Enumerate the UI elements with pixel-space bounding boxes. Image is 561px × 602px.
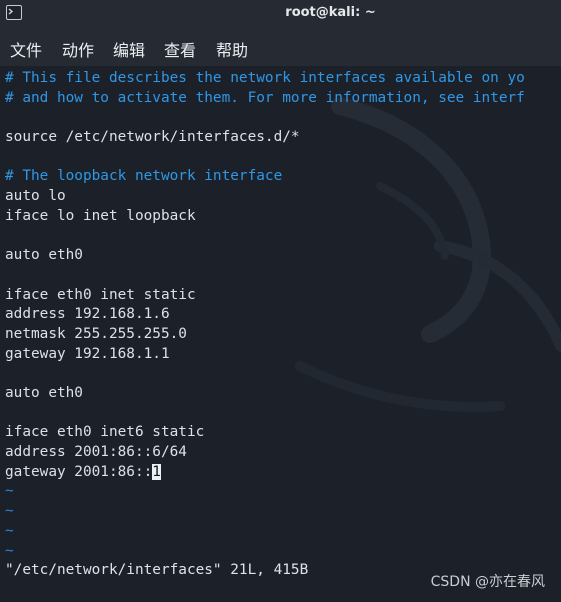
status-line: "/etc/network/interfaces" 21L, 415B (5, 562, 309, 578)
code-line[interactable]: iface eth0 inet static (5, 286, 525, 306)
code-line-text: ~ (5, 503, 14, 520)
code-line[interactable] (5, 108, 525, 128)
empty-buffer-line[interactable]: ~ (5, 502, 525, 522)
code-line-text: ~ (5, 483, 14, 500)
code-line[interactable] (5, 364, 525, 384)
code-line-text: iface lo inet loopback (5, 207, 196, 224)
code-line-text: gateway 2001:86:: (5, 463, 153, 480)
window-title: root@kali: ~ (285, 5, 376, 20)
watermark: CSDN @亦在春风 (430, 574, 545, 590)
menu-help[interactable]: 帮助 (216, 37, 248, 61)
code-line-text: iface eth0 inet static (5, 286, 196, 303)
code-line-text: # and how to activate them. For more inf… (5, 89, 525, 106)
empty-buffer-line[interactable]: ~ (5, 482, 525, 502)
code-line[interactable]: netmask 255.255.255.0 (5, 325, 525, 345)
code-line[interactable]: auto eth0 (5, 246, 525, 266)
code-line-text: # The loopback network interface (5, 168, 283, 185)
code-line[interactable]: iface eth0 inet6 static (5, 423, 525, 443)
code-line[interactable]: source /etc/network/interfaces.d/* (5, 128, 525, 148)
empty-buffer-line[interactable]: ~ (5, 542, 525, 562)
code-line[interactable]: gateway 2001:86::1 (5, 463, 525, 483)
code-line-text: address 2001:86::6/64 (5, 444, 187, 461)
code-line[interactable] (5, 266, 525, 286)
menu-file[interactable]: 文件 (10, 37, 42, 61)
text-cursor: 1 (152, 463, 161, 480)
code-line-text: auto eth0 (5, 247, 83, 264)
code-line[interactable]: auto lo (5, 187, 525, 207)
code-line[interactable]: address 192.168.1.6 (5, 305, 525, 325)
code-line-text: ~ (5, 522, 14, 539)
code-line-text: iface eth0 inet6 static (5, 424, 205, 441)
code-line[interactable] (5, 148, 525, 168)
code-line[interactable]: auto eth0 (5, 384, 525, 404)
code-line[interactable] (5, 227, 525, 247)
code-line[interactable]: gateway 192.168.1.1 (5, 345, 525, 365)
menu-actions[interactable]: 动作 (62, 37, 94, 61)
code-line[interactable]: iface lo inet loopback (5, 207, 525, 227)
code-line[interactable]: # This file describes the network interf… (5, 69, 525, 89)
code-line-text: ~ (5, 542, 14, 559)
menu-bar: 文件 动作 编辑 查看 帮助 (0, 28, 561, 66)
code-line-text: netmask 255.255.255.0 (5, 325, 187, 342)
title-bar[interactable]: root@kali: ~ (0, 0, 561, 28)
code-line[interactable] (5, 404, 525, 424)
code-line-text: # This file describes the network interf… (5, 70, 525, 86)
code-area[interactable]: # This file describes the network interf… (5, 69, 525, 561)
terminal-window: root@kali: ~ 文件 动作 编辑 查看 帮助 # This file … (0, 0, 561, 602)
vim-editor[interactable]: # This file describes the network interf… (0, 66, 561, 602)
code-line-text: gateway 192.168.1.1 (5, 345, 170, 362)
code-line-text: auto lo (5, 188, 66, 205)
code-line[interactable]: # The loopback network interface (5, 167, 525, 187)
code-line[interactable]: address 2001:86::6/64 (5, 443, 525, 463)
menu-view[interactable]: 查看 (164, 37, 196, 61)
code-line-text: auto eth0 (5, 385, 83, 401)
empty-buffer-line[interactable]: ~ (5, 522, 525, 542)
menu-edit[interactable]: 编辑 (113, 37, 145, 61)
code-line-text: source /etc/network/interfaces.d/* (5, 129, 300, 146)
code-line-text: address 192.168.1.6 (5, 306, 170, 323)
code-line[interactable]: # and how to activate them. For more inf… (5, 89, 525, 109)
